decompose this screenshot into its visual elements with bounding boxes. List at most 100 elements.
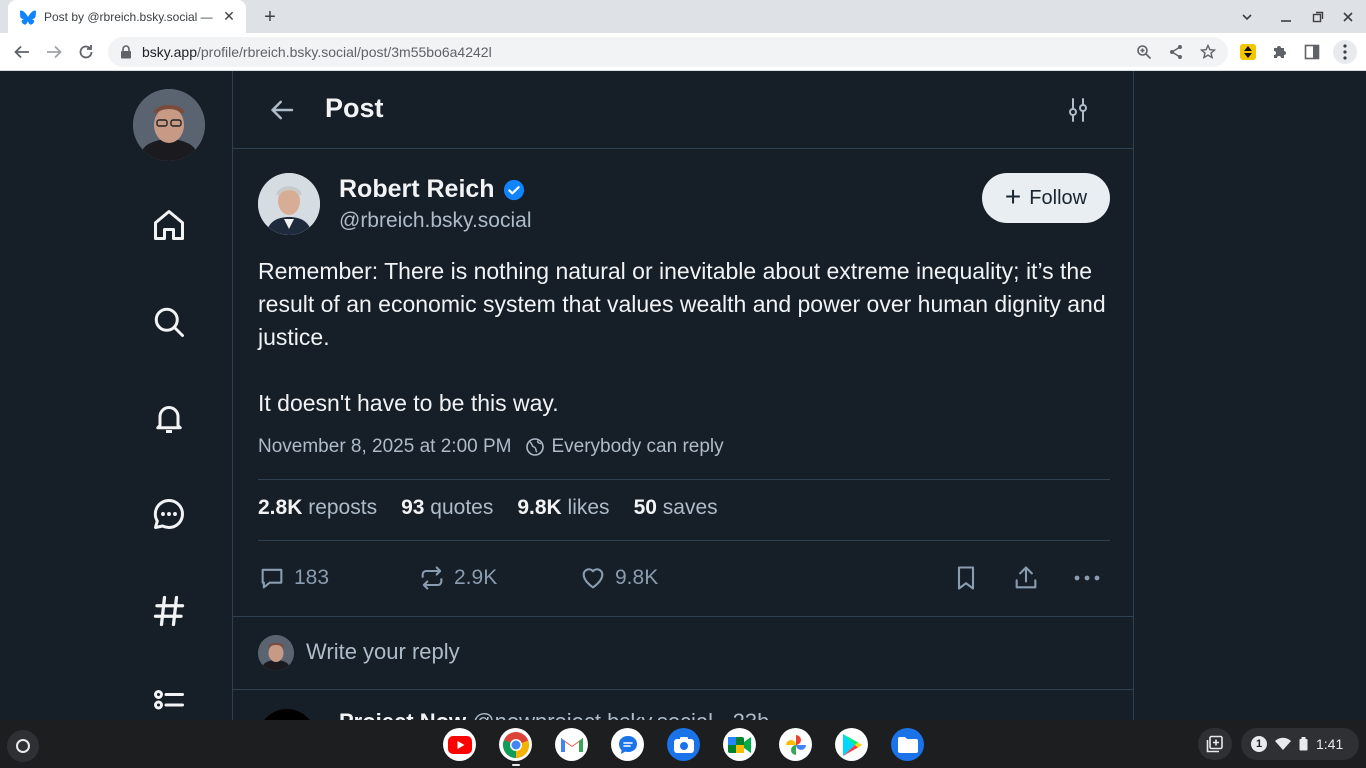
repost-button[interactable]: 2.9K [418, 561, 497, 595]
forward-nav-icon[interactable] [40, 38, 68, 66]
post-stats: 2.8K reposts 93 quotes 9.8K likes 50 sav… [258, 496, 718, 520]
files-app-icon[interactable] [891, 728, 924, 761]
bluesky-page: Post Robert Reich @rbreich.bsky.social +… [0, 71, 1366, 720]
wifi-icon [1275, 737, 1291, 750]
reply-count: 183 [294, 566, 330, 589]
heart-icon [582, 568, 604, 589]
follow-label: Follow [1029, 186, 1088, 209]
restore-icon[interactable] [1307, 6, 1329, 28]
back-nav-icon[interactable] [8, 38, 36, 66]
verified-badge-icon [503, 179, 524, 200]
thread-settings-sliders-icon[interactable] [1063, 95, 1093, 125]
launcher-icon[interactable] [7, 730, 39, 762]
divider [258, 479, 1110, 480]
reply-setting[interactable]: Everybody can reply [551, 436, 723, 458]
battery-icon [1299, 737, 1308, 751]
follow-button[interactable]: + Follow [982, 173, 1110, 223]
tab-close-icon[interactable]: ✕ [220, 8, 238, 26]
post-text: Remember: There is nothing natural or in… [258, 258, 1106, 416]
active-app-indicator [512, 764, 520, 766]
notification-count-badge: 1 [1251, 736, 1267, 752]
share-icon[interactable] [1166, 42, 1186, 62]
chrome-menu-icon[interactable] [1333, 40, 1357, 64]
extensions-puzzle-icon[interactable] [1269, 41, 1291, 63]
meet-app-icon[interactable] [723, 728, 756, 761]
share-upload-icon [1015, 566, 1037, 589]
my-profile-avatar[interactable] [133, 89, 205, 161]
author-name[interactable]: Robert Reich [339, 175, 495, 204]
photos-app-icon[interactable] [779, 728, 812, 761]
page-title: Post [325, 93, 384, 123]
url-text: bsky.app/profile/rbreich.bsky.social/pos… [142, 44, 492, 60]
reply-composer[interactable]: Write your reply [233, 616, 1133, 690]
reply-author-handle: @nowproject.bsky.social · 23h [472, 709, 769, 720]
browser-tab-active[interactable]: Post by @rbreich.bsky.social — Bluesky ✕ [8, 0, 246, 33]
side-panel-icon[interactable] [1301, 41, 1323, 63]
reply-author-avatar[interactable] [258, 709, 316, 720]
divider [258, 540, 1110, 541]
reply-bubble-icon [261, 568, 283, 589]
share-button[interactable] [1012, 561, 1040, 595]
gmail-app-icon[interactable] [555, 728, 588, 761]
plus-icon: + [1004, 180, 1022, 212]
author-name-row[interactable]: Robert Reich [339, 175, 525, 204]
lock-icon [121, 45, 131, 59]
messages-app-icon[interactable] [611, 728, 644, 761]
thread-header: Post [233, 71, 1133, 149]
back-arrow-icon[interactable] [265, 93, 299, 127]
reload-icon[interactable] [72, 38, 100, 66]
reply-post[interactable]: Project Now @nowproject.bsky.social · 23… [258, 707, 1118, 720]
chat-icon[interactable] [147, 492, 191, 536]
reposts-stat[interactable]: 2.8K reposts [258, 496, 377, 520]
bookmark-icon [957, 566, 975, 590]
extension-icon[interactable] [1237, 41, 1259, 63]
new-tab-icon[interactable]: + [258, 5, 282, 29]
post-meta: November 8, 2025 at 2:00 PM Everybody ca… [258, 436, 724, 458]
search-icon[interactable] [147, 300, 191, 344]
tab-strip: Post by @rbreich.bsky.social — Bluesky ✕… [0, 0, 1366, 33]
url-host: bsky.app [142, 44, 197, 60]
likes-stat[interactable]: 9.8K likes [517, 496, 609, 520]
reply-author-name: Project Now [339, 709, 466, 720]
tab-title: Post by @rbreich.bsky.social — Bluesky [44, 9, 214, 24]
os-shelf: 1 1:41 [0, 720, 1366, 768]
lists-icon[interactable] [147, 683, 191, 720]
holding-space-icon[interactable] [1198, 728, 1232, 760]
more-options-button[interactable] [1072, 561, 1102, 595]
feeds-hashtag-icon[interactable] [147, 589, 191, 633]
browser-toolbar: bsky.app/profile/rbreich.bsky.social/pos… [0, 33, 1366, 71]
saves-stat[interactable]: 50 saves [634, 496, 718, 520]
reply-button[interactable]: 183 [258, 561, 329, 595]
close-window-icon[interactable] [1337, 6, 1359, 28]
author-avatar[interactable] [258, 173, 320, 235]
like-button[interactable]: 9.8K [579, 561, 658, 595]
clock-time: 1:41 [1316, 736, 1344, 752]
notifications-bell-icon[interactable] [147, 396, 191, 440]
left-nav [118, 71, 232, 720]
status-tray[interactable]: 1 1:41 [1241, 728, 1359, 760]
bookmark-button[interactable] [952, 561, 980, 595]
url-path: /profile/rbreich.bsky.social/post/3m55bo… [197, 44, 492, 60]
zoom-icon[interactable] [1134, 42, 1154, 62]
tab-search-chevron-icon[interactable] [1236, 6, 1258, 28]
my-reply-avatar [258, 635, 294, 671]
minimize-icon[interactable] [1275, 6, 1297, 28]
chrome-app-icon[interactable] [499, 728, 532, 761]
address-bar[interactable]: bsky.app/profile/rbreich.bsky.social/pos… [108, 37, 1228, 67]
reply-author[interactable]: Project Now @nowproject.bsky.social · 23… [339, 709, 769, 720]
repost-icon [421, 566, 443, 590]
like-count: 9.8K [615, 566, 659, 589]
quotes-stat[interactable]: 93 quotes [401, 496, 493, 520]
post-thread-column: Post Robert Reich @rbreich.bsky.social +… [232, 71, 1134, 720]
globe-icon [526, 438, 545, 456]
camera-app-icon[interactable] [667, 728, 700, 761]
bookmark-star-icon[interactable] [1198, 42, 1218, 62]
repost-count: 2.9K [454, 566, 498, 589]
author-handle[interactable]: @rbreich.bsky.social [339, 209, 532, 233]
more-dots-icon [1074, 575, 1100, 581]
youtube-app-icon[interactable] [443, 728, 476, 761]
home-icon[interactable] [147, 203, 191, 247]
reply-input-placeholder[interactable]: Write your reply [306, 639, 460, 665]
play-store-app-icon[interactable] [835, 728, 868, 761]
post-timestamp[interactable]: November 8, 2025 at 2:00 PM [258, 436, 511, 458]
